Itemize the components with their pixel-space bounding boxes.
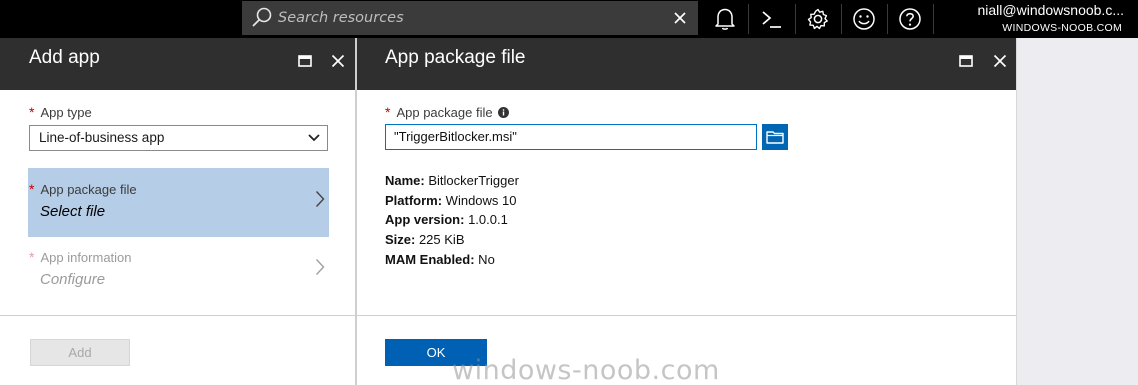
nav-item-app-information[interactable]: * App information Configure — [28, 236, 329, 305]
gear-icon — [807, 8, 828, 30]
search-box[interactable] — [242, 1, 698, 35]
detail-name: Name: BitlockerTrigger — [385, 173, 519, 188]
nav-item-label: * App package file — [29, 181, 137, 197]
package-file-label: * App package file — [385, 104, 510, 120]
detail-mam-enabled: MAM Enabled: No — [385, 251, 495, 267]
chevron-right-icon — [315, 191, 325, 207]
info-icon[interactable] — [498, 107, 510, 118]
maximize-icon — [959, 55, 973, 67]
empty-journey-area — [1017, 38, 1138, 385]
account-tenant: WINDOWS-NOOB.COM — [1002, 22, 1122, 34]
notifications-button[interactable] — [702, 0, 748, 38]
nav-item-label: * App information — [29, 249, 132, 265]
maximize-button[interactable] — [294, 50, 316, 72]
package-file-value: "TriggerBitlocker.msi" — [394, 129, 517, 144]
blade-divider — [355, 38, 357, 385]
folder-icon — [766, 131, 784, 144]
detail-size: Size: 225 KiB — [385, 232, 465, 248]
top-bar: niall@windowsnoob.c... WINDOWS-NOOB.COM — [0, 0, 1138, 38]
package-blade-header: App package file — [357, 38, 1016, 90]
chevron-right-icon — [315, 259, 325, 275]
app-type-select[interactable]: Line-of-business app — [29, 125, 328, 151]
nav-item-value: Configure — [40, 271, 106, 288]
maximize-button[interactable] — [955, 50, 977, 72]
app-type-value: Line-of-business app — [39, 130, 165, 145]
cloud-shell-button[interactable] — [749, 0, 795, 38]
feedback-button[interactable] — [841, 0, 887, 38]
add-app-blade-header: Add app — [0, 38, 355, 90]
blade-title: Add app — [29, 47, 100, 68]
nav-item-value: Select file — [40, 203, 106, 220]
chevron-down-icon — [308, 134, 320, 142]
package-details: Name: BitlockerTrigger Platform: Windows… — [385, 171, 519, 270]
detail-app-version: App version: 1.0.0.1 — [385, 212, 508, 228]
cloud-shell-icon — [762, 11, 781, 28]
account-menu[interactable]: niall@windowsnoob.c... WINDOWS-NOOB.COM — [944, 0, 1138, 38]
add-button[interactable]: Add — [30, 339, 130, 366]
help-button[interactable] — [887, 0, 933, 38]
search-input[interactable] — [278, 1, 658, 35]
close-blade-button[interactable] — [327, 50, 349, 72]
watermark: windows-noob.com — [452, 355, 720, 385]
smiley-icon — [853, 8, 875, 30]
detail-platform: Platform: Windows 10 — [385, 192, 517, 208]
toolbar-divider — [933, 4, 934, 34]
search-icon — [252, 7, 272, 27]
help-icon — [899, 8, 921, 30]
nav-item-app-package-file[interactable]: * App package file Select file — [28, 168, 329, 237]
maximize-icon — [298, 55, 312, 67]
package-file-input[interactable]: "TriggerBitlocker.msi" — [385, 124, 757, 150]
browse-file-button[interactable] — [762, 124, 788, 150]
close-icon — [993, 54, 1007, 68]
close-icon — [331, 54, 345, 68]
app-type-label: * App type — [29, 104, 92, 120]
close-blade-button[interactable] — [989, 50, 1011, 72]
blade-title: App package file — [385, 47, 526, 68]
account-name: niall@windowsnoob.c... — [977, 2, 1124, 18]
footer-divider — [357, 315, 1016, 316]
close-icon[interactable] — [666, 4, 694, 32]
settings-button[interactable] — [795, 0, 841, 38]
footer-divider — [0, 315, 355, 316]
bell-icon — [715, 8, 735, 30]
